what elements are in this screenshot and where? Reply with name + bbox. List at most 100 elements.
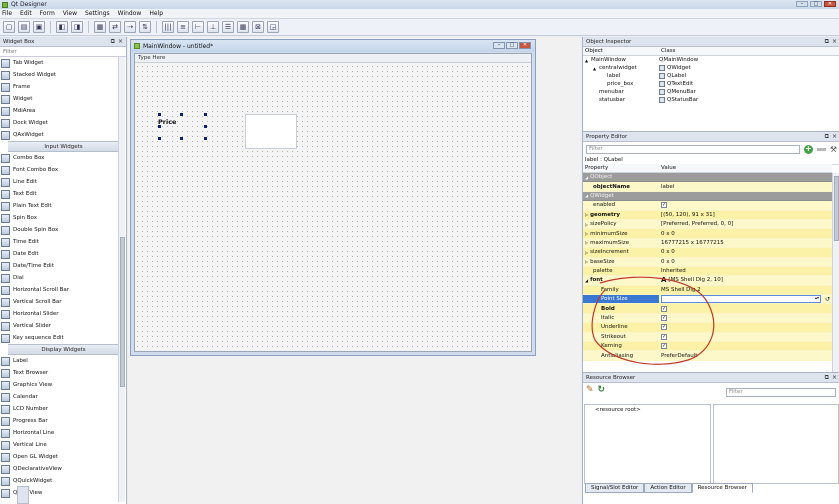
float-icon[interactable]: ⧉ [825, 133, 829, 141]
property-row[interactable]: ▷ baseSize 0 x 0 [583, 257, 832, 267]
widget-box-item[interactable]: MdiArea [0, 105, 119, 117]
property-row[interactable]: Antialiasing PreferDefault [583, 351, 832, 361]
property-row[interactable]: objectName label [583, 182, 832, 192]
scrollbar-thumb[interactable] [120, 237, 125, 387]
add-dynamic-property-icon[interactable]: + [803, 144, 813, 154]
property-row[interactable]: ▷ maximumSize 16777215 x 16777215 [583, 238, 832, 249]
property-category-row[interactable]: ◢ QWidget [583, 191, 832, 202]
widget-box-item[interactable]: LCD Number [0, 403, 119, 415]
maximize-icon[interactable]: □ [810, 1, 822, 7]
layout-form-icon[interactable]: ☰ [222, 21, 234, 33]
float-icon[interactable]: ⧉ [825, 374, 829, 382]
maximize-icon[interactable]: □ [506, 42, 518, 49]
menu-edit[interactable]: Edit [20, 10, 32, 17]
widget-category-header[interactable]: Display Widgets [8, 344, 119, 355]
menu-form[interactable]: Form [40, 10, 55, 17]
expand-arrow-icon[interactable]: ▷ [585, 240, 588, 245]
object-tree-row[interactable]: statusbar QStatusBar [583, 96, 839, 104]
widget-box-item[interactable]: Horizontal Line [0, 427, 119, 439]
menu-help[interactable]: Help [149, 10, 163, 17]
expand-arrow-icon[interactable]: ◢ [585, 175, 588, 180]
widget-box-item[interactable]: Time Edit [0, 236, 119, 248]
property-row[interactable]: ◢ font A [MS Shell Dlg 2, 10] [583, 276, 832, 286]
open-folder-icon[interactable]: ▤ [18, 21, 30, 33]
widget-box-item[interactable]: Widget [0, 93, 119, 105]
widget-box-item[interactable]: Font Combo Box [0, 164, 119, 176]
remove-dynamic-property-icon[interactable] [816, 147, 826, 151]
selection-handle[interactable] [204, 125, 207, 128]
property-category-row[interactable]: ◢ QObject [583, 173, 832, 183]
close-icon[interactable]: × [832, 374, 837, 382]
dock-tab[interactable]: Signal/Slot Editor [585, 483, 645, 493]
property-row[interactable]: Family MS Shell Dlg 2 [583, 285, 832, 296]
send-back-icon[interactable]: ◨ [71, 21, 83, 33]
close-icon[interactable]: × [118, 38, 123, 46]
float-icon[interactable]: ⧉ [111, 38, 115, 46]
form-menubar-placeholder[interactable]: Type Here [135, 54, 531, 63]
widget-box-item[interactable]: Dock Widget [0, 117, 119, 129]
expand-arrow-icon[interactable]: ▷ [585, 259, 588, 264]
property-row[interactable]: ▷ sizePolicy [Preferred, Preferred, 0, 0] [583, 219, 832, 230]
column-header-class[interactable]: Class [659, 48, 675, 54]
widget-box-item[interactable]: Date Edit [0, 248, 119, 260]
menu-view[interactable]: View [63, 10, 77, 17]
widget-box-item[interactable]: Label [0, 355, 119, 367]
column-header-value[interactable]: Value [659, 165, 676, 171]
point-size-spinbox[interactable]: ▴▾ [661, 295, 821, 304]
widget-box-item[interactable]: Date/Time Edit [0, 260, 119, 272]
widget-box-item[interactable]: Open GL Widget [0, 451, 119, 463]
menu-settings[interactable]: Settings [85, 10, 110, 17]
scrollbar-thumb[interactable] [834, 176, 839, 241]
widget-box-item[interactable]: Progress Bar [0, 415, 119, 427]
property-checkbox[interactable]: ✓ [661, 324, 667, 331]
widget-box-item[interactable]: Line Edit [0, 176, 119, 188]
minimize-icon[interactable]: – [493, 42, 505, 49]
widget-box-item[interactable]: Horizontal Slider [0, 308, 119, 320]
selection-handle[interactable] [158, 125, 161, 128]
property-row[interactable]: Bold ✓ [583, 304, 832, 314]
save-icon[interactable]: ▣ [33, 21, 45, 33]
menu-window[interactable]: Window [118, 10, 142, 17]
object-tree-row[interactable]: ▲ MainWindow QMainWindow [583, 56, 839, 64]
widget-box-item[interactable]: Double Spin Box [0, 224, 119, 236]
widget-box-item[interactable]: Vertical Line [0, 439, 119, 451]
new-file-icon[interactable]: ▢ [3, 21, 15, 33]
property-row[interactable]: Strikeout ✓ [583, 332, 832, 343]
widget-box-scrollbar[interactable] [118, 57, 125, 502]
expand-arrow-icon[interactable]: ◢ [585, 193, 588, 198]
close-icon[interactable]: × [832, 133, 837, 141]
expand-arrow-icon[interactable]: ▷ [585, 222, 588, 227]
reset-property-icon[interactable]: ↺ [825, 296, 830, 303]
widget-box-item[interactable]: QAxWidget [0, 129, 119, 141]
layout-v-splitter-icon[interactable]: ⊥ [207, 21, 219, 33]
widget-box-item[interactable]: Key sequence Edit [0, 332, 119, 344]
property-row[interactable]: ▷ sizeIncrement 0 x 0 [583, 248, 832, 258]
spin-arrows-icon[interactable]: ▴▾ [815, 295, 819, 300]
property-editor-scrollbar[interactable] [832, 173, 839, 373]
expand-arrow-icon[interactable]: ▷ [585, 250, 588, 255]
selection-handle[interactable] [180, 137, 183, 140]
widget-category-header[interactable]: Input Widgets [8, 141, 119, 152]
property-checkbox[interactable]: ✓ [661, 333, 667, 340]
widget-box-item[interactable]: Frame [0, 81, 119, 93]
dock-tab[interactable]: Resource Browser [691, 483, 753, 493]
property-row[interactable]: ▷ geometry [(50, 120), 91 x 31] [583, 210, 832, 220]
object-tree-row[interactable]: label QLabel [583, 72, 839, 80]
property-row[interactable]: Kerning ✓ [583, 342, 832, 352]
widget-box-item[interactable]: Horizontal Scroll Bar [0, 284, 119, 296]
edit-widgets-icon[interactable]: ▦ [94, 21, 106, 33]
adjust-size-icon[interactable]: ◲ [267, 21, 279, 33]
property-row[interactable]: palette Inherited [583, 266, 832, 277]
widget-box-item[interactable]: Calendar [0, 391, 119, 403]
widget-box-item[interactable]: Stacked Widget [0, 69, 119, 81]
resource-root-item[interactable]: <resource root> [585, 405, 710, 413]
column-header-object[interactable]: Object [583, 48, 659, 54]
property-row[interactable]: Italic ✓ [583, 313, 832, 324]
object-tree-row[interactable]: price_box QTextEdit [583, 80, 839, 88]
column-header-property[interactable]: Property [583, 165, 659, 171]
expand-arrow-icon[interactable]: ◢ [585, 278, 588, 283]
widget-box-item[interactable]: Graphics View [0, 379, 119, 391]
property-row[interactable]: Underline ✓ [583, 323, 832, 333]
widget-box-item[interactable]: Dial [0, 272, 119, 284]
property-filter-input[interactable]: Filter [586, 144, 800, 154]
